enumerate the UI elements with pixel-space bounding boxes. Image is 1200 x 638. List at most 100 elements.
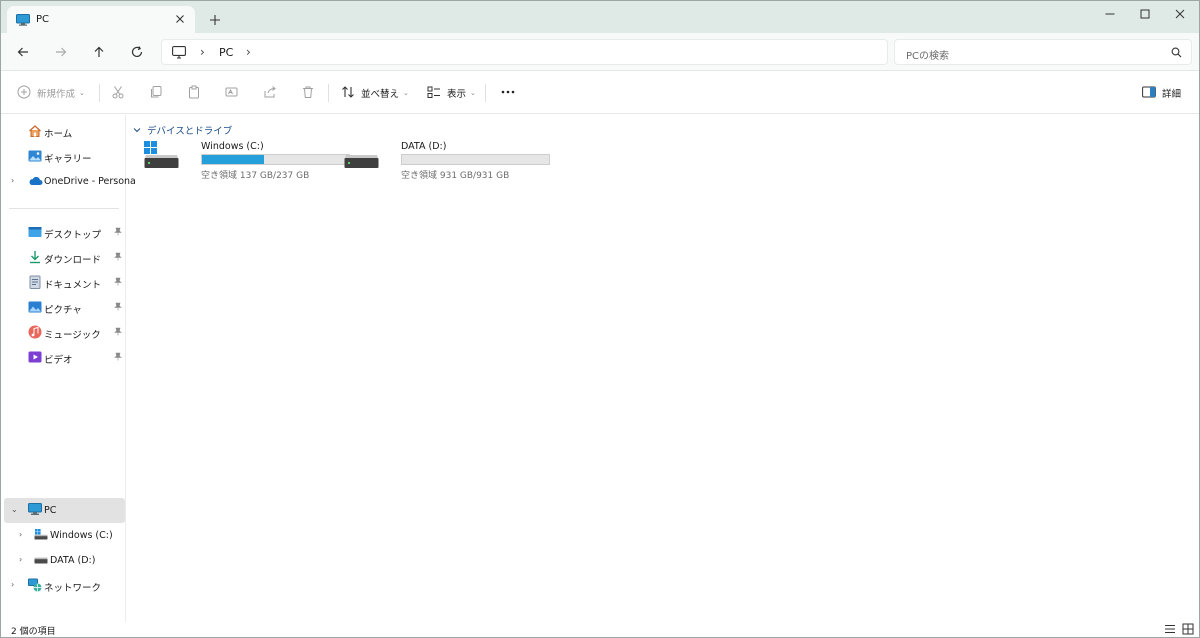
sidebar-item-label: ミュージック [44, 330, 101, 341]
videos-folder-icon [28, 350, 42, 364]
view-button[interactable]: 表示 ⌄ [427, 84, 476, 102]
monitor-icon [16, 14, 30, 29]
breadcrumb-pc[interactable]: PC [219, 46, 233, 59]
pin-icon[interactable] [114, 277, 122, 289]
monitor-outline-icon [172, 46, 186, 62]
network-icon [28, 578, 42, 592]
sort-button[interactable]: 並べ替え ⌄ [341, 84, 409, 102]
minimize-icon[interactable] [1097, 5, 1123, 23]
delete-button[interactable] [301, 84, 315, 102]
navigation-bar: › PC › PCの検索 [1, 33, 1199, 71]
close-tab-icon[interactable] [174, 13, 186, 25]
paste-button[interactable] [187, 84, 201, 102]
sidebar-item-network[interactable]: › ネットワーク [4, 573, 125, 598]
sidebar-item-home[interactable]: ホーム [4, 119, 125, 144]
chevron-down-icon[interactable]: ⌄ [11, 505, 18, 514]
sidebar-item-gallery[interactable]: ギャラリー [4, 144, 125, 169]
pin-icon[interactable] [114, 302, 122, 314]
sort-button-label: 並べ替え [361, 89, 400, 100]
tab-pc[interactable]: PC [7, 6, 195, 34]
file-list-pane: デバイスとドライブ Windows (C:) 空き領域 137 GB/237 G… [127, 115, 1199, 622]
toolbar-divider [328, 84, 329, 102]
sidebar-item-documents[interactable]: ドキュメント [4, 270, 125, 295]
chevron-down-icon[interactable] [133, 125, 141, 136]
hard-drive-icon [34, 553, 48, 567]
sort-arrows-icon [341, 85, 355, 102]
sidebar-item-desktop[interactable]: デスクトップ [4, 220, 125, 245]
sidebar-item-drive-c[interactable]: › Windows (C:) [4, 523, 125, 548]
back-arrow-icon[interactable] [14, 43, 32, 61]
search-box[interactable]: PCの検索 [894, 39, 1192, 65]
details-pane-icon [1142, 86, 1156, 101]
close-window-icon[interactable] [1167, 5, 1193, 23]
breadcrumb-chevron-icon[interactable]: › [246, 45, 251, 59]
more-options-button[interactable] [500, 84, 516, 102]
sidebar-item-videos[interactable]: ビデオ [4, 345, 125, 370]
download-folder-icon [28, 250, 42, 264]
chevron-right-icon[interactable]: › [19, 530, 22, 539]
hard-drive-icon [344, 141, 380, 174]
sidebar-divider [9, 208, 119, 209]
sidebar-item-downloads[interactable]: ダウンロード [4, 245, 125, 270]
more-dots-icon [500, 85, 516, 102]
details-pane-label: 詳細 [1162, 89, 1182, 100]
drive-free-space: 空き領域 931 GB/931 GB [401, 171, 510, 181]
copy-button[interactable] [149, 84, 163, 102]
large-icons-view-icon[interactable] [1182, 623, 1196, 637]
chevron-down-icon: ⌄ [403, 89, 409, 97]
address-bar[interactable]: › PC › [161, 39, 888, 65]
toolbar-divider [485, 84, 486, 102]
navigation-pane: ホーム ギャラリー › OneDrive - Persona デスクトップ ダウ… [1, 115, 136, 622]
pin-icon[interactable] [114, 352, 122, 364]
toolbar-divider [99, 84, 100, 102]
sidebar-item-label: Windows (C:) [50, 530, 113, 541]
pin-icon[interactable] [114, 227, 122, 239]
share-icon [263, 85, 277, 102]
sidebar-item-onedrive[interactable]: › OneDrive - Persona [4, 169, 136, 194]
pin-icon[interactable] [114, 252, 122, 264]
sidebar-item-drive-d[interactable]: › DATA (D:) [4, 548, 125, 573]
search-icon[interactable] [1171, 47, 1182, 61]
group-header-devices[interactable]: デバイスとドライブ [133, 123, 232, 137]
search-input[interactable]: PCの検索 [906, 47, 949, 62]
up-arrow-icon[interactable] [90, 43, 108, 61]
rename-button[interactable] [225, 84, 239, 102]
chevron-right-icon[interactable]: › [11, 580, 14, 589]
sidebar-item-label: OneDrive - Persona [44, 176, 136, 187]
sidebar-item-label: ビデオ [44, 355, 73, 366]
new-tab-plus-icon[interactable] [208, 13, 222, 27]
sidebar-item-label: ドキュメント [44, 280, 102, 291]
maximize-icon[interactable] [1132, 5, 1158, 23]
chevron-down-icon: ⌄ [470, 89, 476, 97]
drive-usage-bar [401, 154, 550, 165]
scissors-icon [111, 85, 125, 102]
drive-name: DATA (D:) [401, 141, 447, 152]
sidebar-item-music[interactable]: ミュージック [4, 320, 125, 345]
details-pane-button[interactable]: 詳細 [1142, 84, 1181, 102]
sidebar-item-label: ダウンロード [44, 255, 102, 266]
status-bar: 2 個の項目 [1, 622, 1199, 637]
copy-icon [149, 85, 163, 102]
share-button[interactable] [263, 84, 277, 102]
forward-arrow-icon[interactable] [52, 43, 70, 61]
item-count: 2 個の項目 [11, 627, 56, 637]
sidebar-item-pictures[interactable]: ピクチャ [4, 295, 125, 320]
drive-item-c[interactable]: Windows (C:) 空き領域 137 GB/237 GB [144, 141, 350, 183]
onedrive-cloud-icon [28, 174, 43, 188]
cut-button[interactable] [111, 84, 125, 102]
drive-usage-fill [202, 155, 265, 164]
drive-item-d[interactable]: DATA (D:) 空き領域 931 GB/931 GB [344, 141, 550, 183]
group-header-label: デバイスとドライブ [147, 126, 233, 137]
windows-drive-icon [144, 141, 180, 174]
file-explorer-window: PC › PC › PCの検索 新規作成 ⌄ 並べ替え ⌄ 表示 ⌄ 詳細 ホー… [0, 0, 1200, 638]
chevron-right-icon[interactable]: › [11, 176, 14, 185]
refresh-icon[interactable] [128, 43, 146, 61]
plus-circle-icon [17, 85, 31, 102]
sidebar-item-pc[interactable]: ⌄ PC [4, 498, 125, 523]
details-view-icon[interactable] [1164, 623, 1178, 637]
pin-icon[interactable] [114, 327, 122, 339]
chevron-right-icon[interactable]: › [19, 555, 22, 564]
sidebar-item-label: DATA (D:) [50, 555, 96, 566]
breadcrumb-chevron-icon[interactable]: › [200, 45, 205, 59]
new-button[interactable]: 新規作成 ⌄ [17, 84, 85, 102]
